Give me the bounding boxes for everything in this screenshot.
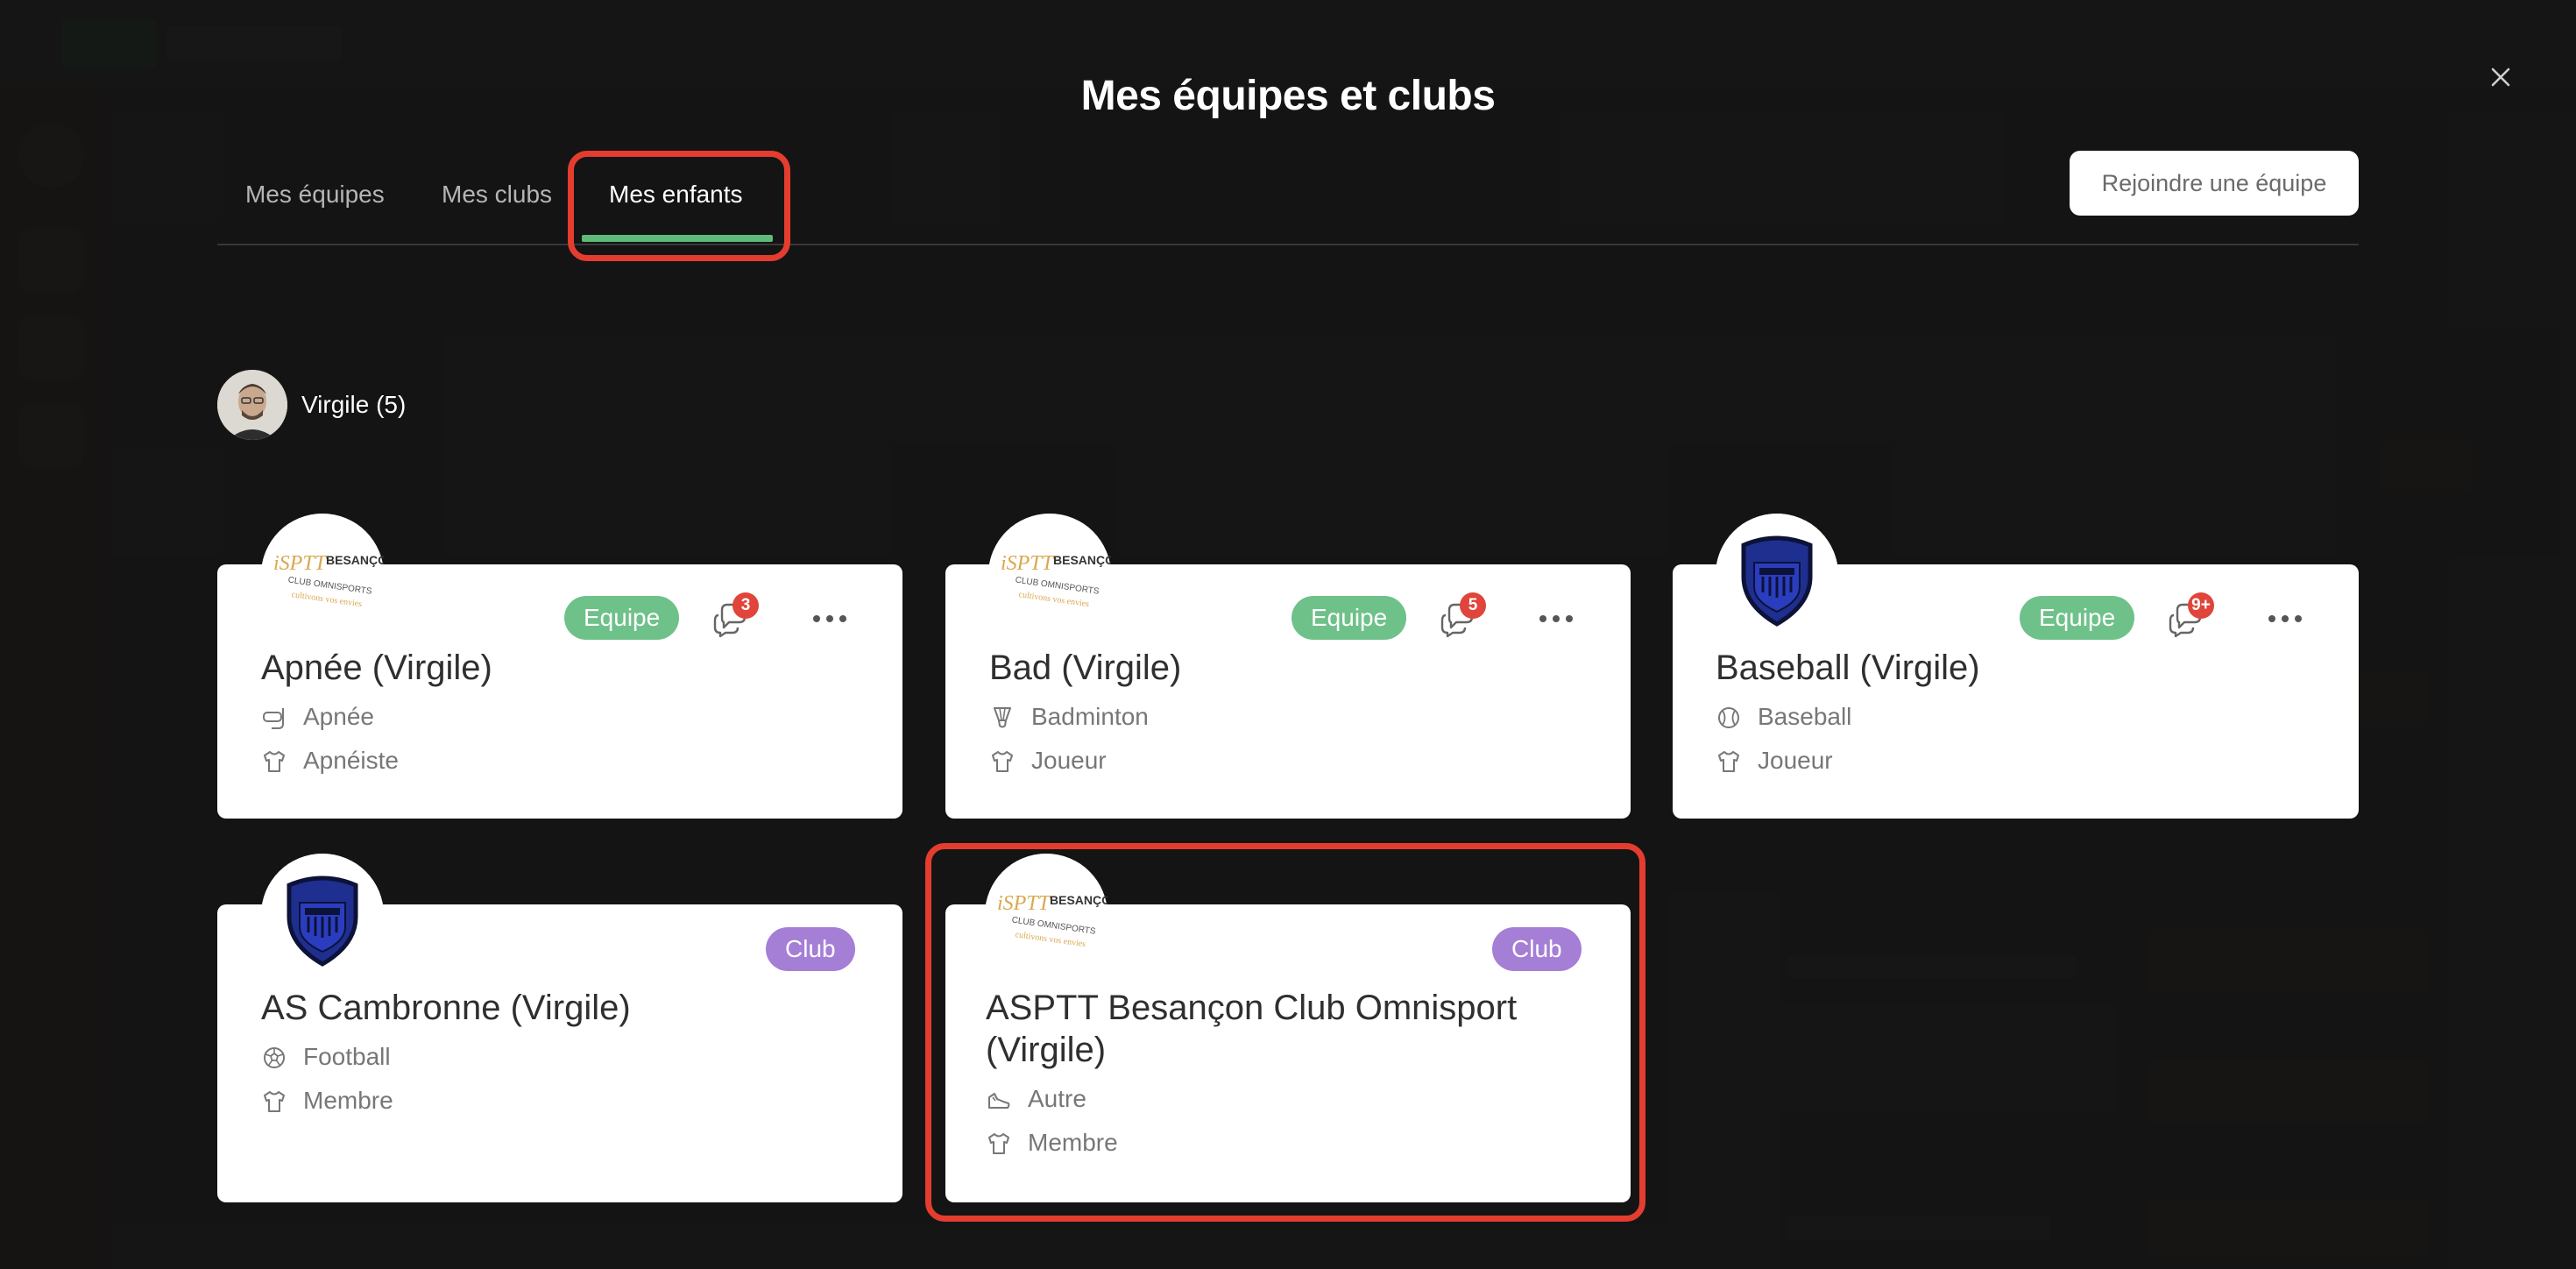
close-icon bbox=[2491, 67, 2510, 87]
equipe-badge: Equipe bbox=[2020, 596, 2135, 640]
equipe-badge: Equipe bbox=[564, 596, 680, 640]
club-badge: Club bbox=[1492, 927, 1582, 971]
avatar bbox=[217, 370, 287, 440]
active-tab-indicator bbox=[582, 235, 773, 242]
child-name: Virgile (5) bbox=[301, 391, 407, 418]
svg-text:iSPTT: iSPTT bbox=[1001, 552, 1055, 575]
baseball-icon bbox=[1716, 705, 1742, 731]
shirt-icon bbox=[986, 1131, 1012, 1157]
message-count-badge: 9+ bbox=[2188, 592, 2214, 619]
shuttlecock-icon bbox=[989, 705, 1016, 731]
card-title: Apnée (Virgile) bbox=[261, 649, 492, 687]
football-icon bbox=[261, 1045, 287, 1071]
tabs-divider bbox=[217, 244, 2359, 245]
shield-logo bbox=[261, 854, 384, 976]
svg-text:iSPTT: iSPTT bbox=[997, 892, 1051, 915]
tab-mes-clubs[interactable]: Mes clubs bbox=[442, 175, 552, 245]
svg-text:iSPTT: iSPTT bbox=[273, 552, 328, 575]
sneaker-icon bbox=[986, 1087, 1012, 1113]
more-options-button[interactable] bbox=[1532, 601, 1580, 636]
shirt-icon bbox=[261, 748, 287, 775]
snorkel-icon bbox=[261, 705, 287, 731]
more-options-button[interactable] bbox=[2261, 601, 2309, 636]
more-options-button[interactable] bbox=[806, 601, 853, 636]
card-title: AS Cambronne (Virgile) bbox=[261, 989, 631, 1027]
message-count-badge: 5 bbox=[1460, 592, 1486, 619]
message-count-badge: 3 bbox=[732, 592, 759, 619]
club-badge: Club bbox=[766, 927, 855, 971]
asptt-logo: iSPTT BESANÇO CLUB OMNISPORTS cultivons … bbox=[985, 854, 1111, 976]
shirt-icon bbox=[1716, 748, 1742, 775]
card-title: Bad (Virgile) bbox=[989, 649, 1182, 687]
asptt-logo: iSPTT BESANÇO CLUB OMNISPORTS cultivons … bbox=[261, 514, 387, 636]
messages-button[interactable]: 5 bbox=[1437, 592, 1486, 638]
card-title: ASPTT Besançon Club Omnisport (Virgile) bbox=[986, 989, 1518, 1069]
svg-text:BESANÇO: BESANÇO bbox=[1050, 893, 1108, 907]
equipe-badge: Equipe bbox=[1292, 596, 1407, 640]
tab-mes-equipes[interactable]: Mes équipes bbox=[245, 175, 385, 245]
shirt-icon bbox=[989, 748, 1016, 775]
close-button[interactable] bbox=[2485, 61, 2516, 93]
modal-title: Mes équipes et clubs bbox=[1080, 73, 1496, 119]
asptt-logo: iSPTT BESANÇO CLUB OMNISPORTS cultivons … bbox=[988, 514, 1115, 636]
messages-button[interactable]: 9+ bbox=[2165, 592, 2214, 638]
card-title: Baseball (Virgile) bbox=[1716, 649, 1980, 687]
join-team-button[interactable]: Rejoindre une équipe bbox=[2070, 151, 2359, 216]
shield-logo bbox=[1716, 514, 1838, 636]
svg-text:BESANÇO: BESANÇO bbox=[1053, 553, 1111, 567]
svg-text:BESANÇO: BESANÇO bbox=[326, 553, 384, 567]
messages-button[interactable]: 3 bbox=[710, 592, 759, 638]
shirt-icon bbox=[261, 1088, 287, 1115]
